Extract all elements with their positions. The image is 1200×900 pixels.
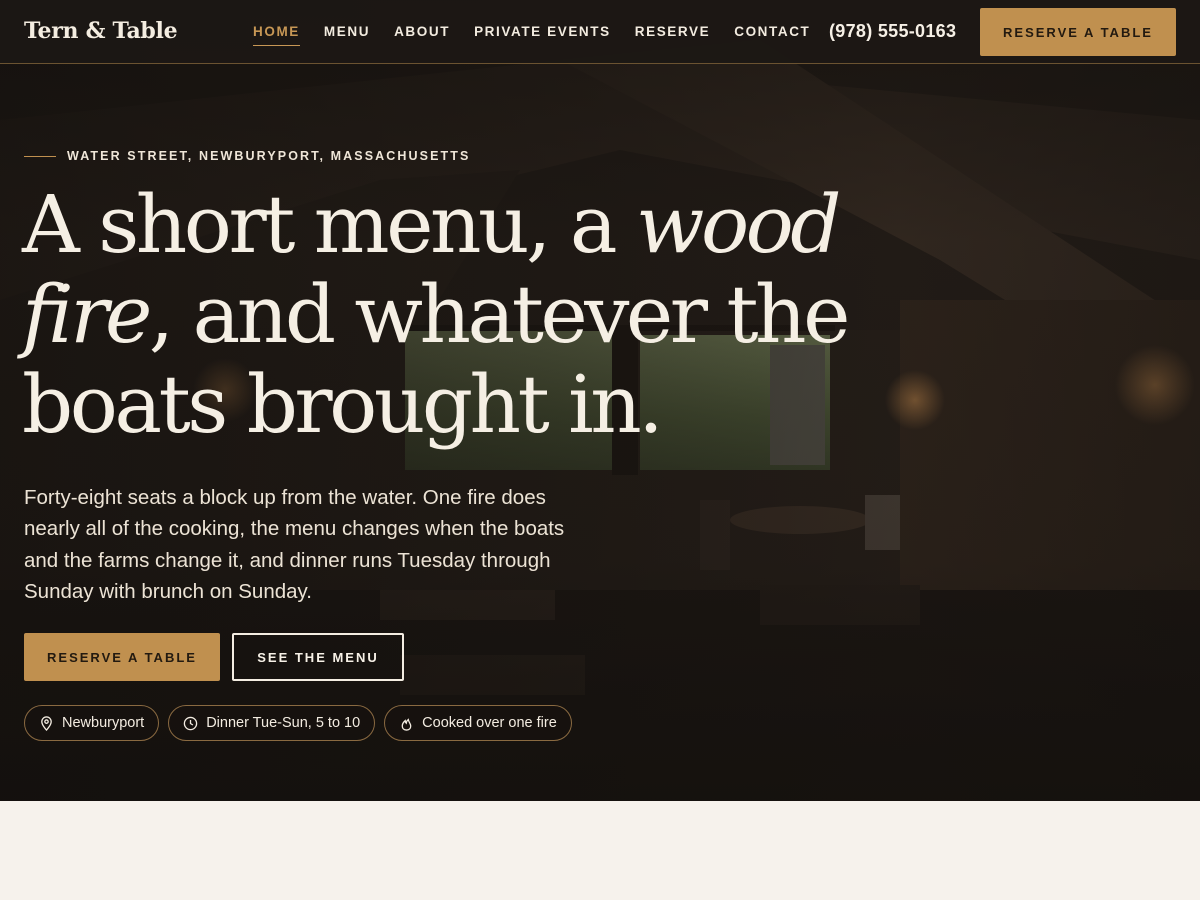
chip-location: Newburyport	[24, 705, 160, 741]
nav-link-contact[interactable]: CONTACT	[734, 24, 810, 46]
hero-cta-row: RESERVE A TABLE SEE THE MENU	[24, 633, 404, 681]
hero-section: Tern & Table HOME MENU ABOUT PRIVATE EVE…	[0, 0, 1200, 801]
nav-link-about[interactable]: ABOUT	[394, 24, 450, 46]
chip-fire: Cooked over one fire	[384, 705, 572, 741]
see-menu-button[interactable]: SEE THE MENU	[232, 633, 404, 681]
nav-link-reserve[interactable]: RESERVE	[635, 24, 710, 46]
chip-location-label: Newburyport	[62, 715, 145, 731]
primary-nav: HOME MENU ABOUT PRIVATE EVENTS RESERVE C…	[253, 24, 834, 46]
brand-logo[interactable]: Tern & Table	[24, 18, 178, 44]
phone-number-link[interactable]: (978) 555-0163	[829, 21, 956, 42]
nav-link-home[interactable]: HOME	[253, 24, 300, 46]
hero-lede: Forty-eight seats a block up from the wa…	[24, 486, 565, 603]
flame-icon	[399, 716, 414, 731]
site-header: Tern & Table HOME MENU ABOUT PRIVATE EVE…	[0, 0, 1200, 64]
hero-headline: A short menu, a wood fire, and whatever …	[22, 180, 982, 450]
headline-part-1: A short menu, a	[22, 178, 636, 271]
eyebrow-rule	[24, 155, 56, 157]
chip-fire-label: Cooked over one fire	[422, 715, 557, 731]
chip-hours-label: Dinner Tue-Sun, 5 to 10	[206, 715, 361, 731]
chip-hours: Dinner Tue-Sun, 5 to 10	[168, 705, 376, 741]
nav-link-private-events[interactable]: PRIVATE EVENTS	[474, 24, 611, 46]
next-section	[0, 801, 1200, 900]
hero-info-chips: Newburyport Dinner Tue-Sun, 5 to 10 Cook…	[24, 705, 581, 741]
clock-icon	[183, 716, 198, 731]
nav-link-menu[interactable]: MENU	[324, 24, 370, 46]
map-pin-icon	[39, 715, 54, 731]
header-reserve-button[interactable]: RESERVE A TABLE	[980, 8, 1176, 56]
hero-reserve-button[interactable]: RESERVE A TABLE	[24, 633, 220, 681]
hero-eyebrow: WATER STREET, NEWBURYPORT, MASSACHUSETTS	[24, 149, 470, 163]
eyebrow-location: WATER STREET, NEWBURYPORT, MASSACHUSETTS	[67, 149, 471, 163]
